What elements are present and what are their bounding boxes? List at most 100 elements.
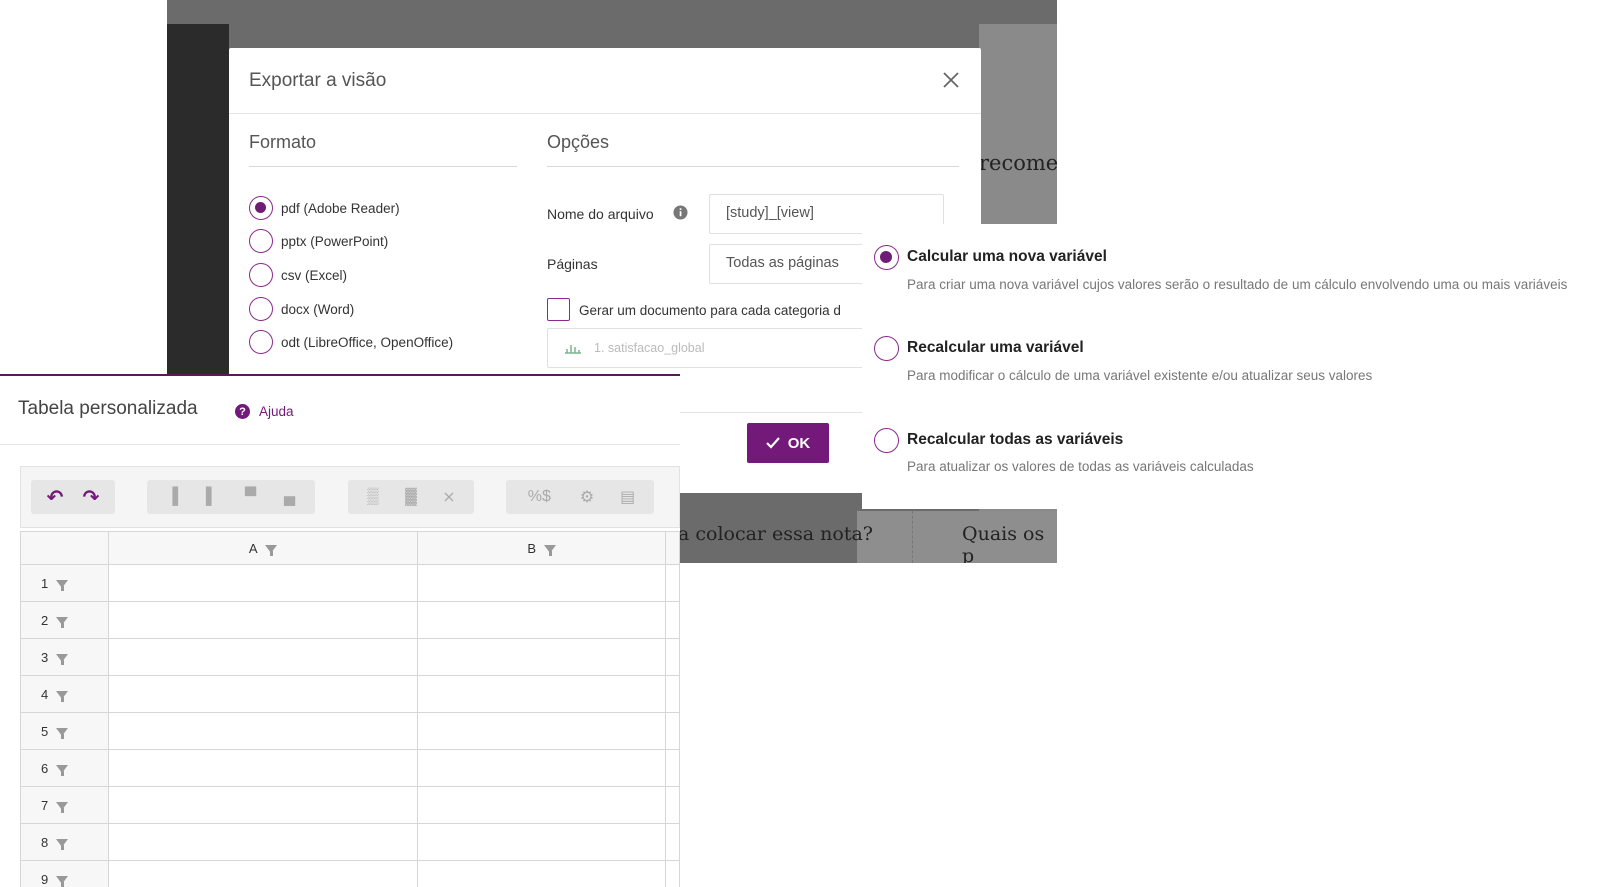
- variable-type-icon: [564, 340, 582, 357]
- insert-row-below-icon[interactable]: ▄: [279, 487, 301, 507]
- option-description: Para criar uma nova variável cujos valor…: [907, 277, 1568, 292]
- table-cell[interactable]: [107, 860, 419, 887]
- table-cell[interactable]: [417, 601, 666, 639]
- option-description: Para modificar o cálculo de uma variável…: [907, 368, 1373, 383]
- delete-column-icon[interactable]: ▒: [362, 487, 384, 507]
- filter-icon[interactable]: [56, 728, 69, 740]
- table-cell[interactable]: [107, 675, 419, 713]
- filter-icon[interactable]: [56, 580, 69, 592]
- ok-button[interactable]: OK: [747, 423, 829, 463]
- divider: [249, 166, 517, 167]
- row-header[interactable]: 5: [20, 712, 109, 750]
- filter-icon[interactable]: [56, 765, 69, 777]
- layout-group: ▐ ▌ ▀ ▄: [147, 480, 315, 514]
- format-radio-docx[interactable]: [249, 297, 273, 321]
- format-radio-odt[interactable]: [249, 330, 273, 354]
- row-header[interactable]: 7: [20, 786, 109, 824]
- format-title: Formato: [249, 132, 317, 152]
- table-cell[interactable]: [107, 749, 419, 787]
- layout-icon[interactable]: ▤: [617, 487, 639, 507]
- option-description: Para atualizar os valores de todas as va…: [907, 459, 1254, 474]
- option-radio-recalculate[interactable]: [874, 336, 899, 361]
- table-cell[interactable]: [664, 860, 680, 887]
- per-category-label: Gerar um documento para cada categoria d: [579, 303, 841, 318]
- table-row: 8: [20, 823, 680, 861]
- table-cell[interactable]: [107, 786, 419, 824]
- settings-icon[interactable]: ⚙: [576, 487, 598, 507]
- filter-icon[interactable]: [56, 691, 69, 703]
- undo-icon[interactable]: ↶: [44, 487, 66, 509]
- filter-icon[interactable]: [56, 802, 69, 814]
- format-radio-pdf[interactable]: [249, 196, 273, 220]
- close-icon[interactable]: [939, 68, 963, 92]
- column-header: [664, 531, 680, 565]
- row-header[interactable]: 4: [20, 675, 109, 713]
- insert-column-left-icon[interactable]: ▐: [162, 487, 184, 507]
- table-cell[interactable]: [107, 712, 419, 750]
- table-cell[interactable]: [417, 823, 666, 861]
- table-cell[interactable]: [417, 786, 666, 824]
- table-cell[interactable]: [664, 712, 680, 750]
- row-header[interactable]: 3: [20, 638, 109, 676]
- redo-icon[interactable]: ↷: [80, 487, 102, 509]
- table-cell[interactable]: [107, 823, 419, 861]
- delete-row-icon[interactable]: ▓: [400, 487, 422, 507]
- table-row: 5: [20, 712, 680, 750]
- table-toolbar: ↶ ↷ ▐ ▌ ▀ ▄ ▒ ▓ ⨯ %$ ⚙ ▤: [20, 466, 680, 528]
- table-cell[interactable]: [664, 601, 680, 639]
- table-cell[interactable]: [107, 564, 419, 602]
- row-header[interactable]: 6: [20, 749, 109, 787]
- table-cell[interactable]: [664, 786, 680, 824]
- table-cell[interactable]: [107, 638, 419, 676]
- help-icon[interactable]: ?: [235, 404, 250, 419]
- column-header[interactable]: B: [417, 531, 666, 565]
- file-name-label: Nome do arquivo: [547, 206, 654, 222]
- option-title: Recalcular todas as variáveis: [907, 431, 1124, 448]
- filter-icon[interactable]: [56, 839, 69, 851]
- table-cell[interactable]: [417, 675, 666, 713]
- column-header[interactable]: A: [107, 531, 419, 565]
- insert-row-above-icon[interactable]: ▀: [240, 487, 262, 507]
- filter-icon[interactable]: [56, 876, 69, 887]
- background-text: Quais os p: [962, 523, 1045, 563]
- info-icon: [673, 205, 688, 225]
- clear-filter-icon[interactable]: ⨯: [438, 487, 460, 507]
- table-cell[interactable]: [107, 601, 419, 639]
- format-label: odt (LibreOffice, OpenOffice): [281, 335, 454, 350]
- corner-cell: [20, 531, 109, 565]
- table-cell[interactable]: [664, 675, 680, 713]
- table-cell[interactable]: [417, 749, 666, 787]
- table-cell[interactable]: [664, 638, 680, 676]
- table-cell[interactable]: [417, 712, 666, 750]
- format-radio-pptx[interactable]: [249, 229, 273, 253]
- table-row: 7: [20, 786, 680, 824]
- option-radio-new-variable[interactable]: [874, 245, 899, 270]
- number-format-icon[interactable]: %$: [521, 487, 557, 507]
- row-header[interactable]: 1: [20, 564, 109, 602]
- table-cell[interactable]: [417, 638, 666, 676]
- table-cell[interactable]: [417, 860, 666, 887]
- format-label: pptx (PowerPoint): [281, 234, 389, 249]
- filter-icon[interactable]: [544, 545, 557, 557]
- table-cell[interactable]: [664, 823, 680, 861]
- filter-icon[interactable]: [56, 617, 69, 629]
- insert-column-right-icon[interactable]: ▌: [201, 487, 223, 507]
- format-label: pdf (Adobe Reader): [281, 201, 400, 216]
- format-radio-csv[interactable]: [249, 263, 273, 287]
- table-row: 9: [20, 860, 680, 887]
- option-radio-recalculate-all[interactable]: [874, 428, 899, 453]
- row-header[interactable]: 9: [20, 860, 109, 887]
- table-cell[interactable]: [664, 749, 680, 787]
- table-cell[interactable]: [417, 564, 666, 602]
- background-text: recome: [979, 151, 1057, 175]
- table-cell[interactable]: [664, 564, 680, 602]
- table-row: 3: [20, 638, 680, 676]
- row-header[interactable]: 8: [20, 823, 109, 861]
- check-icon: [765, 437, 780, 449]
- help-link[interactable]: Ajuda: [259, 404, 294, 419]
- filter-icon[interactable]: [56, 654, 69, 666]
- row-header[interactable]: 2: [20, 601, 109, 639]
- options-title: Opções: [547, 132, 610, 152]
- filter-icon[interactable]: [265, 545, 278, 557]
- per-category-checkbox[interactable]: [547, 298, 570, 321]
